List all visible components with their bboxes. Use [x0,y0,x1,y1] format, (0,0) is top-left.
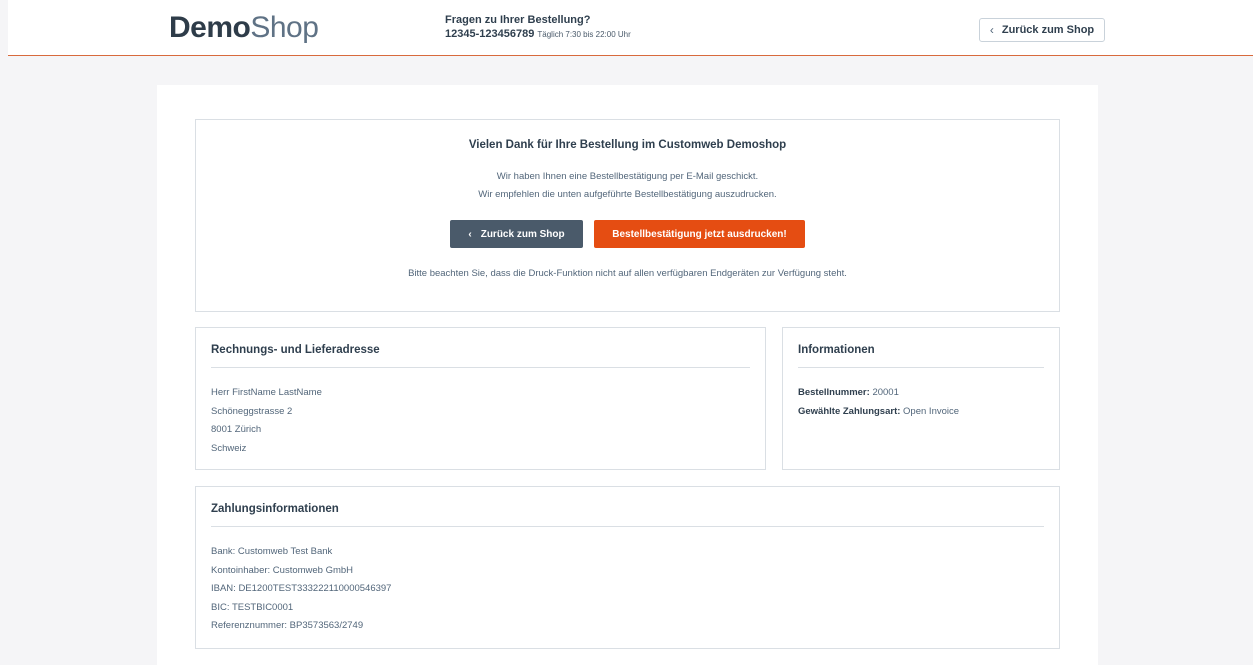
payment-info-panel: Zahlungsinformationen Bank: Customweb Te… [195,486,1060,649]
main-content: Vielen Dank für Ihre Bestellung im Custo… [157,85,1098,665]
order-number-row: Bestellnummer: 20001 [798,384,959,403]
contact-question: Fragen zu Ihrer Bestellung? [445,14,591,26]
logo-bold-text: Demo [169,11,251,44]
print-recommendation-text: Wir empfehlen die unten aufgeführte Best… [478,189,777,200]
address-country: Schweiz [211,442,247,454]
contact-info: Fragen zu Ihrer Bestellung? 12345-123456… [445,13,631,42]
thank-you-panel: Vielen Dank für Ihre Bestellung im Custo… [195,119,1060,312]
payment-method-row: Gewählte Zahlungsart: Open Invoice [798,403,959,422]
address-panel: Rechnungs- und Lieferadresse Herr FirstN… [195,327,766,470]
contact-line: 12345-123456789 Täglich 7:30 bis 22:00 U… [445,27,631,42]
action-buttons: ‹ Zurück zum Shop Bestellbestätigung jet… [196,220,1059,248]
contact-phone: 12345-123456789 [445,28,535,40]
chevron-left-icon: ‹ [468,228,472,240]
order-number-label: Bestellnummer: [798,387,870,398]
divider [211,367,750,368]
email-confirmation-text: Wir haben Ihnen eine Bestellbestätigung … [496,171,759,182]
address-title: Rechnungs- und Lieferadresse [211,344,380,356]
contact-hours: Täglich 7:30 bis 22:00 Uhr [537,30,631,39]
info-title: Informationen [798,344,875,356]
divider [798,367,1044,368]
top-header: DemoShop Fragen zu Ihrer Bestellung? 123… [8,0,1253,56]
address-city: 8001 Zürich [211,424,262,435]
chevron-left-icon: ‹ [989,23,994,37]
account-holder: Kontoinhaber: Customweb GmbH [211,564,354,576]
order-number-value: 20001 [872,387,899,398]
bank-name: Bank: Customweb Test Bank [211,546,333,557]
print-availability-note: Bitte beachten Sie, dass die Druck-Funkt… [408,268,847,279]
thank-you-title: Vielen Dank für Ihre Bestellung im Custo… [468,139,787,151]
back-to-shop-button[interactable]: ‹ Zurück zum Shop [979,18,1105,42]
address-street: Schöneggstrasse 2 [211,405,293,417]
back-to-shop-label: Zurück zum Shop [1001,24,1095,36]
payment-method-value: Open Invoice [903,405,960,417]
address-lines: Herr FirstName LastName Schöneggstrasse … [211,384,322,458]
back-to-shop-label: Zurück zum Shop [480,228,565,240]
logo-light-text: Shop [250,11,319,44]
payment-title: Zahlungsinformationen [211,503,339,515]
shop-logo[interactable]: DemoShop [169,10,319,46]
info-lines: Bestellnummer: 20001 Gewählte Zahlungsar… [798,384,959,421]
iban: IBAN: DE1200TEST333222110000546397 [211,583,392,594]
reference-number: Referenznummer: BP3573563/2749 [211,620,364,631]
payment-method-label: Gewählte Zahlungsart: [798,405,901,417]
bic: BIC: TESTBIC0001 [211,601,294,613]
info-panel: Informationen Bestellnummer: 20001 Gewäh… [782,327,1060,470]
back-to-shop-button-secondary[interactable]: ‹ Zurück zum Shop [450,220,583,248]
print-confirmation-button[interactable]: Bestellbestätigung jetzt ausdrucken! [594,220,805,248]
payment-lines: Bank: Customweb Test Bank Kontoinhaber: … [211,543,391,636]
divider [211,526,1044,527]
address-name: Herr FirstName LastName [211,387,322,398]
